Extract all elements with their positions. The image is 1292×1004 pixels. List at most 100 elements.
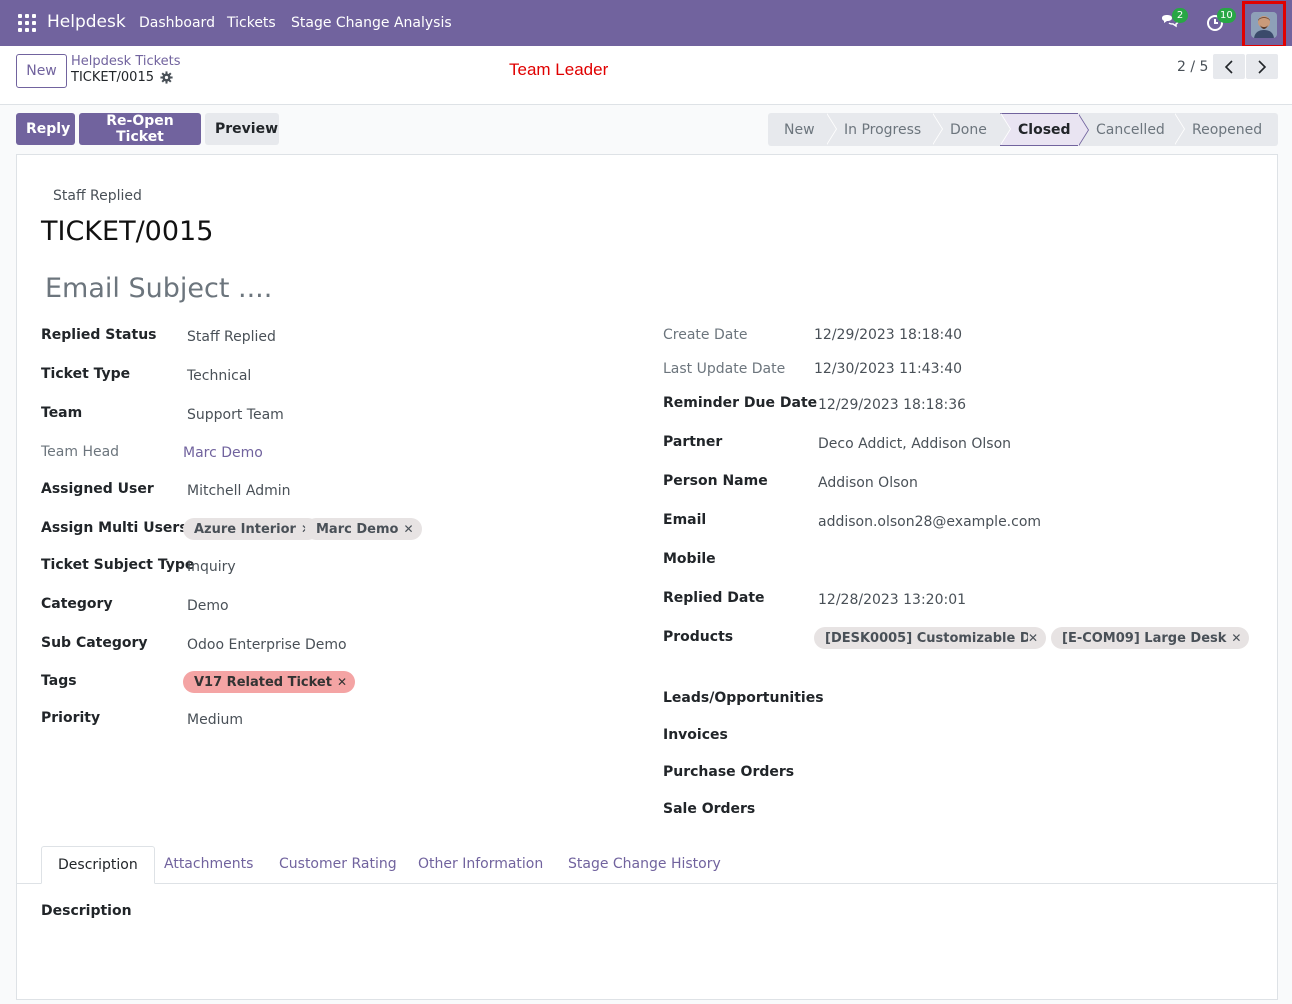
messages-button[interactable]: 2	[1160, 8, 1188, 34]
stage-in-progress[interactable]: In Progress	[826, 113, 943, 146]
user-tag-marc-demo[interactable]: Marc Demo ✕	[305, 518, 422, 540]
team-head-link[interactable]: Marc Demo	[183, 445, 263, 461]
tag-label: [DESK0005] Customizable Des…	[825, 630, 1028, 646]
breadcrumb-current: TICKET/0015	[71, 70, 173, 85]
pager-value[interactable]: 2 / 5	[1177, 59, 1208, 75]
tab-other-information[interactable]: Other Information	[402, 846, 559, 884]
replied-status-label: Replied Status	[41, 327, 157, 343]
assign-multi-users-label: Assign Multi Users	[41, 520, 188, 536]
user-tag-azure-interior[interactable]: Azure Interior✕	[183, 518, 320, 540]
tab-stage-change-history[interactable]: Stage Change History	[552, 846, 737, 884]
top-navbar: Helpdesk Dashboard Tickets Stage Change …	[0, 0, 1292, 48]
partner-label: Partner	[663, 434, 723, 450]
activities-count-badge: 10	[1217, 8, 1236, 23]
tab-description[interactable]: Description	[41, 846, 155, 884]
products-label: Products	[663, 629, 734, 645]
gear-icon[interactable]	[160, 71, 173, 84]
category-label: Category	[41, 596, 113, 612]
assigned-user-value[interactable]: Mitchell Admin	[187, 483, 291, 499]
last-update-date-value: 12/30/2023 11:43:40	[814, 361, 963, 377]
replied-status-ribbon: Staff Replied	[53, 188, 142, 204]
ticket-subject-type-label: Ticket Subject Type	[41, 557, 195, 573]
replied-date-label: Replied Date	[663, 590, 765, 606]
pager-next-button[interactable]	[1246, 54, 1278, 79]
email-subject-input[interactable]: Email Subject ....	[45, 273, 272, 304]
stage-statusbar: New In Progress Done Closed Cancelled Re…	[768, 113, 1278, 146]
tab-attachments[interactable]: Attachments	[148, 846, 269, 884]
create-date-value: 12/29/2023 18:18:40	[814, 327, 963, 343]
replied-status-value[interactable]: Staff Replied	[187, 329, 276, 345]
nav-tickets[interactable]: Tickets	[227, 15, 276, 31]
reminder-due-date-value[interactable]: 12/29/2023 18:18:36	[818, 397, 966, 413]
nav-stage-change-analysis[interactable]: Stage Change Analysis	[291, 15, 452, 31]
description-label: Description	[41, 903, 132, 919]
stage-new[interactable]: New	[768, 113, 837, 146]
stage-closed[interactable]: Closed	[1000, 113, 1089, 146]
pager-previous-button[interactable]	[1213, 54, 1245, 79]
stage-label: Cancelled	[1096, 121, 1165, 138]
leads-opportunities-label: Leads/Opportunities	[663, 690, 824, 706]
remove-tag-icon[interactable]: ✕	[337, 675, 347, 689]
person-name-value[interactable]: Addison Olson	[818, 475, 918, 491]
priority-value[interactable]: Medium	[187, 712, 243, 728]
messages-count-badge: 2	[1172, 8, 1188, 23]
sub-category-label: Sub Category	[41, 635, 148, 651]
product-tag-ecom09[interactable]: [E-COM09] Large Desk ✕	[1051, 627, 1250, 649]
tag-label: [E-COM09] Large Desk	[1062, 630, 1227, 646]
product-tag-desk0005[interactable]: [DESK0005] Customizable Des…✕	[814, 627, 1046, 649]
create-date-label: Create Date	[663, 327, 748, 343]
stage-label: New	[784, 121, 815, 138]
nav-dashboard[interactable]: Dashboard	[139, 15, 215, 31]
ticket-subject-type-value[interactable]: Inquiry	[187, 559, 236, 575]
team-head-label: Team Head	[41, 444, 120, 460]
stage-reopened[interactable]: Reopened	[1174, 113, 1278, 146]
purchase-orders-label: Purchase Orders	[663, 764, 795, 780]
stage-label: Reopened	[1192, 121, 1263, 138]
tag-label: Marc Demo	[316, 521, 399, 537]
chevron-right-icon	[1258, 59, 1267, 74]
stage-cancelled[interactable]: Cancelled	[1078, 113, 1185, 146]
person-name-label: Person Name	[663, 473, 768, 489]
apps-menu-icon[interactable]	[18, 14, 36, 32]
avatar	[1251, 11, 1277, 38]
mobile-label: Mobile	[663, 551, 716, 567]
app-brand[interactable]: Helpdesk	[47, 12, 126, 32]
tag-v17-related-ticket[interactable]: V17 Related Ticket ✕	[183, 671, 356, 693]
reminder-due-date-label: Reminder Due Date	[663, 395, 818, 411]
ticket-type-value[interactable]: Technical	[187, 368, 251, 384]
stage-label: In Progress	[844, 121, 922, 138]
team-value[interactable]: Support Team	[187, 407, 284, 423]
team-label: Team	[41, 405, 83, 421]
remove-tag-icon[interactable]: ✕	[1028, 631, 1038, 645]
replied-date-value[interactable]: 12/28/2023 13:20:01	[818, 592, 966, 608]
user-avatar-button[interactable]	[1242, 1, 1286, 48]
control-panel: New Helpdesk Tickets TICKET/0015 Team Le…	[0, 46, 1292, 105]
partner-value[interactable]: Deco Addict, Addison Olson	[818, 436, 1011, 452]
ticket-title: TICKET/0015	[41, 216, 214, 247]
reopen-ticket-button[interactable]: Re-Open Ticket	[79, 113, 201, 145]
email-label: Email	[663, 512, 707, 528]
activities-button[interactable]: 10	[1205, 8, 1236, 34]
invoices-label: Invoices	[663, 727, 728, 743]
email-value[interactable]: addison.olson28@example.com	[818, 514, 1041, 530]
tab-customer-rating[interactable]: Customer Rating	[263, 846, 413, 884]
remove-tag-icon[interactable]: ✕	[403, 522, 413, 536]
breadcrumb-current-label: TICKET/0015	[71, 70, 154, 85]
stage-label: Closed	[1018, 121, 1071, 138]
tag-label: Azure Interior	[194, 521, 296, 537]
stage-label: Done	[950, 121, 987, 138]
team-leader-annotation: Team Leader	[509, 60, 609, 79]
category-value[interactable]: Demo	[187, 598, 229, 614]
reply-button[interactable]: Reply	[16, 113, 75, 145]
breadcrumb-parent-link[interactable]: Helpdesk Tickets	[71, 54, 181, 69]
mobile-input[interactable]	[818, 553, 1218, 571]
sale-orders-label: Sale Orders	[663, 801, 756, 817]
chevron-left-icon	[1224, 59, 1233, 74]
tag-label: V17 Related Ticket	[194, 674, 332, 690]
preview-button[interactable]: Preview	[205, 113, 279, 145]
new-record-button[interactable]: New	[16, 54, 67, 88]
last-update-date-label: Last Update Date	[663, 361, 786, 377]
tags-label: Tags	[41, 673, 77, 689]
remove-tag-icon[interactable]: ✕	[1231, 631, 1241, 645]
sub-category-value[interactable]: Odoo Enterprise Demo	[187, 637, 347, 653]
